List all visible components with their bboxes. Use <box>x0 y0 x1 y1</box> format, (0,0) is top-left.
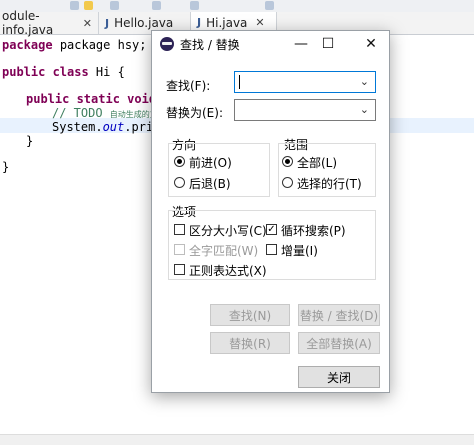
wrap-search-label[interactable]: 循环搜索(P) <box>281 222 346 239</box>
all-label[interactable]: 全部(L) <box>297 154 337 171</box>
whole-word-checkbox[interactable] <box>174 244 185 255</box>
replace-all-button[interactable]: 全部替换(A) <box>298 332 380 354</box>
find-button[interactable]: 查找(N) <box>210 304 290 326</box>
replace-label: 替换为(E): <box>166 106 223 120</box>
tab-module-info[interactable]: odule-info.java ✕ <box>0 9 99 37</box>
code-line: public class Hi { <box>2 65 125 79</box>
java-file-icon: J <box>197 16 202 29</box>
close-button[interactable]: 关闭 <box>298 366 380 388</box>
find-label: 查找(F): <box>166 79 211 93</box>
forward-radio[interactable] <box>174 156 185 167</box>
chevron-down-icon[interactable]: ⌄ <box>360 103 369 116</box>
tab-label: Hi.java <box>206 15 248 30</box>
java-file-icon: J <box>105 16 110 30</box>
backward-radio[interactable] <box>174 177 185 188</box>
toolbar-icon[interactable] <box>190 1 199 10</box>
selected-lines-label[interactable]: 选择的行(T) <box>297 175 362 192</box>
whole-word-label: 全字匹配(W) <box>189 244 259 258</box>
code-line: public static void m <box>26 92 171 106</box>
close-icon[interactable]: ✕ <box>255 16 264 29</box>
dialog-title: 查找 / 替换 <box>180 38 240 52</box>
tab-label: odule-info.java <box>2 9 54 37</box>
tab-label: Hello.java <box>114 16 174 30</box>
replace-input[interactable]: ⌄ <box>234 99 376 121</box>
code-line: package package hsy; <box>2 38 147 52</box>
replace-find-button[interactable]: 替换 / 查找(D) <box>298 304 380 326</box>
dialog-titlebar[interactable]: 查找 / 替换 — ☐ ✕ <box>152 31 389 57</box>
find-replace-dialog: 查找 / 替换 — ☐ ✕ 查找(F): ⌄ 替换为(E): ⌄ 方向 前进(O… <box>151 30 390 393</box>
backward-label[interactable]: 后退(B) <box>189 175 231 192</box>
incremental-label[interactable]: 增量(I) <box>281 242 318 259</box>
eclipse-icon <box>160 37 174 51</box>
toolbar-icon[interactable] <box>110 1 119 10</box>
find-input[interactable]: ⌄ <box>234 71 376 93</box>
case-sensitive-checkbox[interactable] <box>174 224 185 235</box>
incremental-checkbox[interactable] <box>266 244 277 255</box>
replace-button[interactable]: 替换(R) <box>210 332 290 354</box>
regex-label[interactable]: 正则表达式(X) <box>189 262 267 279</box>
chevron-down-icon[interactable]: ⌄ <box>360 75 369 88</box>
forward-label[interactable]: 前进(O) <box>189 154 232 171</box>
all-radio[interactable] <box>282 156 293 167</box>
case-sensitive-label[interactable]: 区分大小写(C) <box>189 222 267 239</box>
highlight-icon[interactable] <box>84 1 93 10</box>
close-icon[interactable]: ✕ <box>83 17 92 30</box>
toolbar-icon[interactable] <box>152 1 161 10</box>
code-line: } <box>26 134 34 148</box>
horizontal-scrollbar[interactable] <box>0 434 474 445</box>
regex-checkbox[interactable] <box>174 264 185 275</box>
close-window-button[interactable]: ✕ <box>353 31 389 57</box>
text-caret <box>239 75 240 89</box>
toolbar-icon[interactable] <box>265 1 274 10</box>
selected-lines-radio[interactable] <box>282 177 293 188</box>
wrap-search-checkbox[interactable]: ✓ <box>266 224 277 235</box>
code-line: } <box>2 160 10 174</box>
maximize-button[interactable]: ☐ <box>310 31 346 57</box>
